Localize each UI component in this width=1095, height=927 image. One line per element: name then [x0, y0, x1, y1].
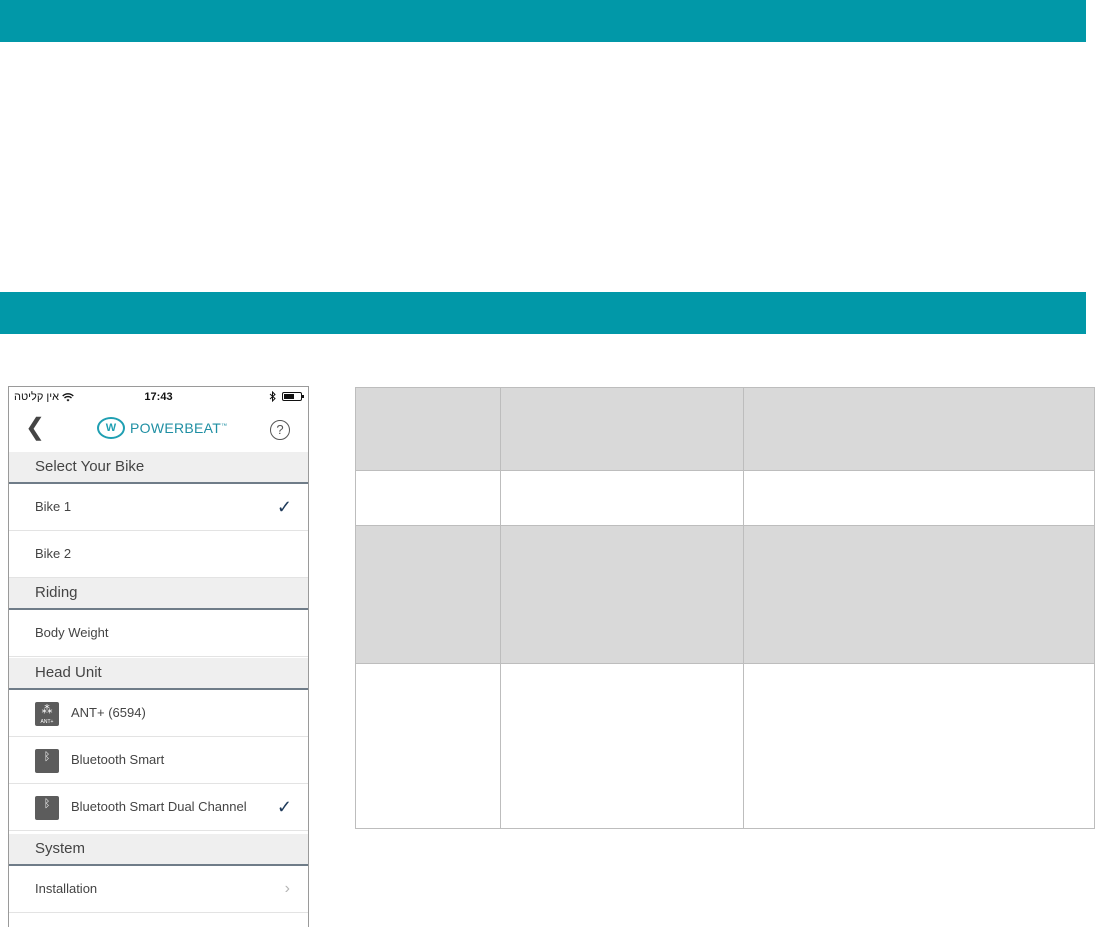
list-item-bike-2[interactable]: Bike 2	[9, 531, 308, 578]
table-row	[355, 663, 1095, 829]
section-select-bike: Select Your Bike	[9, 452, 308, 484]
blank-table	[355, 387, 1095, 829]
table-cell	[499, 663, 745, 829]
table-row	[355, 525, 1095, 664]
table-cell	[499, 387, 745, 471]
section-riding: Riding	[9, 578, 308, 610]
table-row	[355, 387, 1095, 471]
list-item-label: Installation	[35, 881, 98, 896]
table-cell	[355, 470, 501, 526]
table-cell	[355, 525, 501, 664]
list-item-bike-1[interactable]: Bike 1 ✓	[9, 484, 308, 531]
brand-label: POWERBEAT	[130, 420, 222, 436]
top-banner	[0, 0, 1086, 42]
section-head-unit: Head Unit	[9, 658, 308, 690]
logo-mark: W	[97, 417, 125, 439]
status-time: 17:43	[144, 391, 173, 403]
table-cell	[743, 470, 1095, 526]
list-item-body-weight[interactable]: Body Weight	[9, 610, 308, 657]
check-icon: ✓	[276, 797, 292, 817]
list-item-bluetooth-dual[interactable]: ᛒ Bluetooth Smart Dual Channel ✓	[9, 784, 308, 831]
table-cell	[355, 387, 501, 471]
table-cell	[743, 663, 1095, 829]
list-item-label: ANT+ (6594)	[71, 705, 146, 720]
table-cell	[743, 525, 1095, 664]
powerbeat-logo: W POWERBEAT™	[97, 417, 227, 439]
ant-plus-icon: ⁂ ANT+	[35, 702, 59, 726]
check-icon: ✓	[276, 497, 292, 517]
bluetooth-smart-icon: ᛒ	[35, 749, 59, 773]
chevron-right-icon: ›	[284, 880, 290, 897]
list-item-label: Body Weight	[35, 625, 109, 640]
table-cell	[355, 663, 501, 829]
bluetooth-icon	[269, 391, 276, 402]
section-banner	[0, 292, 1086, 334]
table-cell	[743, 387, 1095, 471]
list-item-label: Bike 2	[35, 546, 72, 561]
table-cell	[499, 525, 745, 664]
list-item-label: Bike 1	[35, 499, 72, 514]
list-item-ant[interactable]: ⁂ ANT+ ANT+ (6594)	[9, 690, 308, 737]
back-icon[interactable]: ❮	[25, 413, 45, 443]
section-system: System	[9, 834, 308, 866]
brand-name: POWERBEAT™	[130, 420, 228, 436]
list-item-label: Bluetooth Smart Dual Channel	[71, 799, 247, 814]
battery-icon	[282, 392, 304, 401]
list-item-installation[interactable]: Installation ›	[9, 866, 308, 913]
table-row	[355, 470, 1095, 526]
status-right	[269, 391, 304, 402]
list-item-bluetooth-smart[interactable]: ᛒ Bluetooth Smart	[9, 737, 308, 784]
help-icon[interactable]: ?	[270, 420, 290, 440]
bluetooth-smart-icon: ᛒ	[35, 796, 59, 820]
table-cell	[499, 470, 745, 526]
status-bar: אין קליטה 17:43	[9, 387, 308, 409]
list-item-label: Bluetooth Smart	[71, 752, 165, 767]
nav-bar: ❮ W POWERBEAT™ ?	[9, 409, 308, 449]
app-screenshot: אין קליטה 17:43 ❮ W POWERBEAT™ ? Select …	[8, 386, 309, 927]
